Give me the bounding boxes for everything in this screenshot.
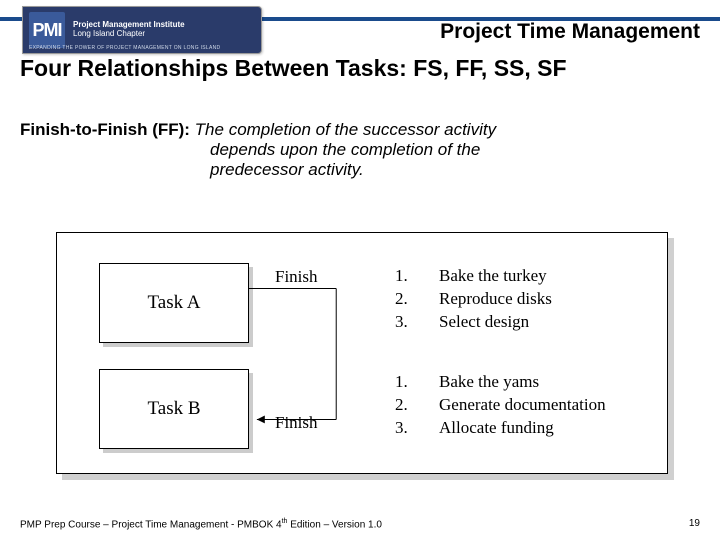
def-label: Finish-to-Finish (FF):: [20, 120, 190, 139]
diagram: Task A Task B Finish Finish 1.Bake the t…: [56, 232, 668, 474]
list-item: 1.Bake the yams: [395, 371, 606, 394]
task-b-box: Task B: [99, 369, 249, 449]
def-line3: predecessor activity.: [210, 160, 700, 180]
page-number: 19: [689, 518, 700, 530]
list-b: 1.Bake the yams 2.Generate documentation…: [395, 371, 606, 440]
logo-tagline: EXPANDING THE POWER OF PROJECT MANAGEMEN…: [29, 45, 257, 51]
footer: PMP Prep Course – Project Time Managemen…: [20, 518, 700, 530]
task-a-label: Task A: [147, 292, 200, 314]
list-item: 1.Bake the turkey: [395, 265, 552, 288]
slide-title: Four Relationships Between Tasks: FS, FF…: [20, 56, 700, 82]
finish-label-bot: Finish: [275, 413, 318, 433]
list-item: 2.Generate documentation: [395, 394, 606, 417]
header-title: Project Time Management: [440, 20, 700, 44]
definition-text: Finish-to-Finish (FF): The completion of…: [20, 120, 700, 180]
logo-text: Project Management Institute Long Island…: [73, 21, 185, 39]
task-a-box: Task A: [99, 263, 249, 343]
list-item: 3.Allocate funding: [395, 417, 606, 440]
logo-abbrev: PMI: [29, 12, 65, 48]
def-line1: The completion of the successor activity: [190, 120, 496, 139]
list-item: 2.Reproduce disks: [395, 288, 552, 311]
diagram-container: Task A Task B Finish Finish 1.Bake the t…: [56, 232, 668, 474]
task-b-label: Task B: [147, 398, 200, 420]
logo-line2: Long Island Chapter: [73, 30, 185, 39]
def-line2: depends upon the completion of the: [210, 140, 700, 160]
list-item: 3.Select design: [395, 311, 552, 334]
list-a: 1.Bake the turkey 2.Reproduce disks 3.Se…: [395, 265, 552, 334]
footer-text: PMP Prep Course – Project Time Managemen…: [20, 518, 382, 530]
logo: PMI Project Management Institute Long Is…: [22, 6, 262, 54]
finish-label-top: Finish: [275, 267, 318, 287]
